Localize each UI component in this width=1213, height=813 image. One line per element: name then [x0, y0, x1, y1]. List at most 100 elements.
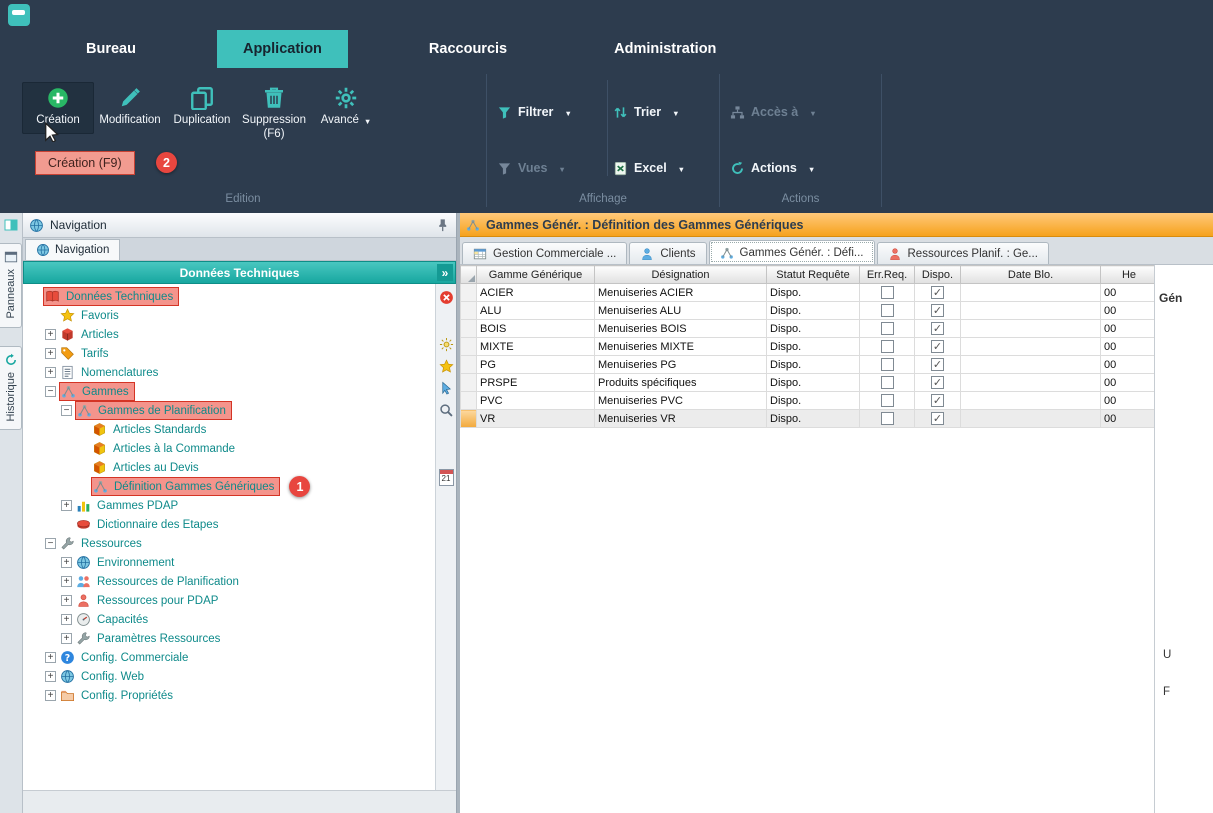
checkbox-err-req[interactable]	[881, 376, 894, 389]
tree-expander[interactable]: +	[45, 652, 56, 663]
cell-date-blo[interactable]	[961, 284, 1101, 302]
tree-expander[interactable]: +	[61, 633, 72, 644]
cell-date-blo[interactable]	[961, 374, 1101, 392]
document-tab-clients[interactable]: Clients	[629, 242, 706, 264]
cell-he[interactable]: 00	[1101, 374, 1156, 392]
document-tab-gestion-commerciale[interactable]: Gestion Commerciale ...	[462, 242, 627, 264]
row-selector[interactable]	[461, 284, 477, 302]
grid-row-vr[interactable]: VRMenuiseries VRDispo. ✓ 00	[461, 410, 1156, 428]
document-tab-ressources-planif-ge[interactable]: Ressources Planif. : Ge...	[877, 242, 1049, 264]
cell-he[interactable]: 00	[1101, 302, 1156, 320]
grid-column-header-statut-requete[interactable]: Statut Requête	[767, 266, 860, 284]
cell-gamme[interactable]: PG	[477, 356, 595, 374]
tree-item-ressources-pour-pdap[interactable]: +Ressources pour PDAP	[23, 591, 435, 610]
cell-gamme[interactable]: ALU	[477, 302, 595, 320]
tree-item-articles-au-devis[interactable]: Articles au Devis	[23, 458, 435, 477]
cell-date-blo[interactable]	[961, 356, 1101, 374]
checkbox-dispo[interactable]: ✓	[931, 394, 944, 407]
checkbox-dispo[interactable]: ✓	[931, 358, 944, 371]
tree-expander[interactable]: +	[61, 595, 72, 606]
grid-column-header-date-blo[interactable]: Date Blo.	[961, 266, 1101, 284]
grid-column-header-he[interactable]: He	[1101, 266, 1156, 284]
checkbox-err-req[interactable]	[881, 340, 894, 353]
tree-item-ressources[interactable]: −Ressources	[23, 534, 435, 553]
tree-item-tarifs[interactable]: +Tarifs	[23, 344, 435, 363]
cell-designation[interactable]: Menuiseries PVC	[595, 392, 767, 410]
cell-gamme[interactable]: BOIS	[477, 320, 595, 338]
cell-statut[interactable]: Dispo.	[767, 320, 860, 338]
button-excel[interactable]: Excel▼	[613, 161, 705, 176]
tree-item-parametres-ressources[interactable]: +Paramètres Ressources	[23, 629, 435, 648]
tree-expander[interactable]: +	[45, 690, 56, 701]
grid-corner-cell[interactable]	[461, 266, 477, 284]
ribbon-tab-administration[interactable]: Administration	[588, 30, 742, 68]
row-selector[interactable]	[461, 356, 477, 374]
grid-column-header-dispo[interactable]: Dispo.	[915, 266, 961, 284]
calendar-icon[interactable]: 21	[439, 469, 454, 486]
row-selector[interactable]	[461, 302, 477, 320]
checkbox-err-req[interactable]	[881, 394, 894, 407]
grid-column-header-err-req[interactable]: Err.Req.	[860, 266, 915, 284]
button-vues[interactable]: Vues▼	[497, 161, 613, 176]
grid-column-header-designation[interactable]: Désignation	[595, 266, 767, 284]
collapse-panel-button[interactable]: »	[437, 264, 453, 281]
cell-date-blo[interactable]	[961, 410, 1101, 428]
checkbox-err-req[interactable]	[881, 322, 894, 335]
cell-he[interactable]: 00	[1101, 320, 1156, 338]
star-icon[interactable]	[439, 359, 454, 374]
grid-row-mixte[interactable]: MIXTEMenuiseries MIXTEDispo.✓00	[461, 338, 1156, 356]
cell-statut[interactable]: Dispo.	[767, 410, 860, 428]
ribbon-tab-raccourcis[interactable]: Raccourcis	[403, 30, 533, 68]
tree-item-articles-standards[interactable]: Articles Standards	[23, 420, 435, 439]
tree-item-gammes-pdap[interactable]: +Gammes PDAP	[23, 496, 435, 515]
app-icon[interactable]	[8, 4, 30, 26]
panels-icon[interactable]	[3, 217, 19, 233]
tree-expander[interactable]: −	[61, 405, 72, 416]
document-tab-gammes-gener-defi[interactable]: Gammes Génér. : Défi...	[709, 240, 875, 264]
tree-item-config-proprietes[interactable]: +Config. Propriétés	[23, 686, 435, 705]
button-trier[interactable]: Trier▼	[613, 105, 705, 120]
cell-date-blo[interactable]	[961, 392, 1101, 410]
cell-statut[interactable]: Dispo.	[767, 338, 860, 356]
cell-designation[interactable]: Menuiseries ACIER	[595, 284, 767, 302]
cell-he[interactable]: 00	[1101, 338, 1156, 356]
grid-row-bois[interactable]: BOISMenuiseries BOISDispo.✓00	[461, 320, 1156, 338]
row-selector[interactable]	[461, 374, 477, 392]
tree-item-config-commerciale[interactable]: +?Config. Commerciale	[23, 648, 435, 667]
checkbox-dispo[interactable]: ✓	[931, 322, 944, 335]
checkbox-dispo[interactable]: ✓	[931, 286, 944, 299]
cell-he[interactable]: 00	[1101, 284, 1156, 302]
checkbox-err-req[interactable]	[881, 286, 894, 299]
cell-statut[interactable]: Dispo.	[767, 392, 860, 410]
cell-designation[interactable]: Menuiseries ALU	[595, 302, 767, 320]
side-tab-historique[interactable]: Historique	[0, 346, 22, 431]
checkbox-dispo[interactable]: ✓	[931, 304, 944, 317]
cell-he[interactable]: 00	[1101, 392, 1156, 410]
tree-item-favoris[interactable]: Favoris	[23, 306, 435, 325]
magnifier-icon[interactable]	[439, 403, 454, 418]
button-duplication[interactable]: Duplication	[166, 82, 238, 134]
cell-date-blo[interactable]	[961, 338, 1101, 356]
checkbox-dispo[interactable]: ✓	[931, 340, 944, 353]
button-actions[interactable]: Actions▼	[730, 161, 880, 176]
cell-designation[interactable]: Menuiseries VR	[595, 410, 767, 428]
tree-expander[interactable]: +	[45, 367, 56, 378]
cell-gamme[interactable]: VR	[477, 410, 595, 428]
tree-expander[interactable]: +	[61, 576, 72, 587]
cell-statut[interactable]: Dispo.	[767, 356, 860, 374]
row-selector[interactable]	[461, 320, 477, 338]
cell-date-blo[interactable]	[961, 320, 1101, 338]
cell-statut[interactable]: Dispo.	[767, 284, 860, 302]
tree-expander[interactable]: +	[61, 500, 72, 511]
tree-expander[interactable]: −	[45, 538, 56, 549]
cell-he[interactable]: 00	[1101, 410, 1156, 428]
checkbox-err-req[interactable]	[881, 358, 894, 371]
tree-item-capacites[interactable]: +Capacités	[23, 610, 435, 629]
ribbon-tab-application[interactable]: Application	[217, 30, 348, 68]
checkbox-dispo[interactable]: ✓	[931, 412, 944, 425]
button-acces-a[interactable]: Accès à▼	[730, 105, 880, 120]
tree-item-donnees-techniques[interactable]: Données Techniques	[23, 287, 435, 306]
cell-gamme[interactable]: MIXTE	[477, 338, 595, 356]
tree-item-gammes-de-planification[interactable]: −Gammes de Planification	[23, 401, 435, 420]
grid-row-acier[interactable]: ACIERMenuiseries ACIERDispo.✓00	[461, 284, 1156, 302]
